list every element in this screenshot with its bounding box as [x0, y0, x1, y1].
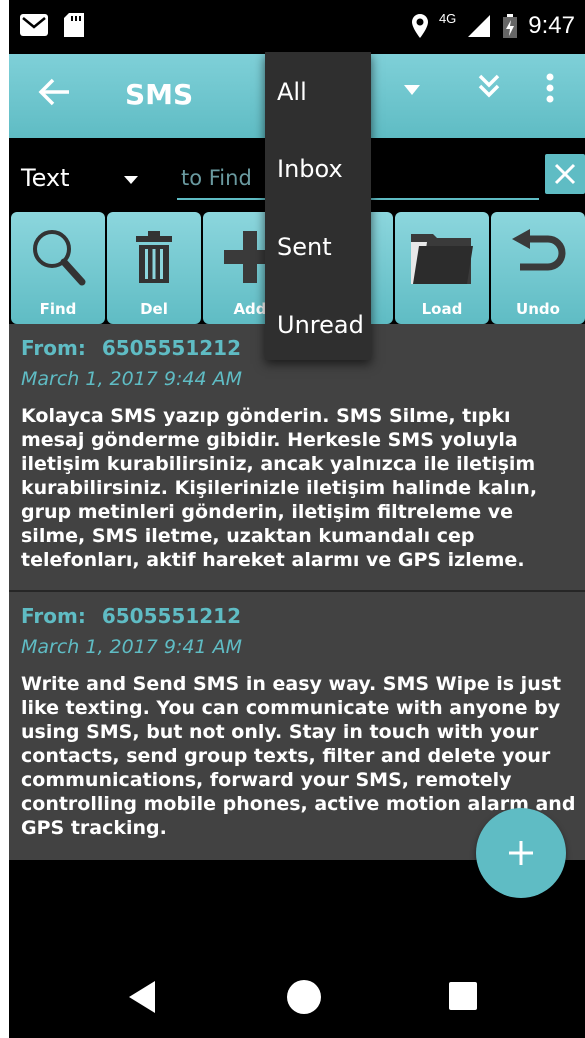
menu-item-inbox[interactable]: Inbox [277, 155, 343, 183]
navigation-bar [9, 960, 585, 1038]
caret-down-icon [404, 85, 420, 95]
message-item[interactable]: From: 6505551212 March 1, 2017 9:44 AM Ko… [9, 324, 585, 590]
arrow-left-icon [38, 78, 69, 106]
undo-label: Undo [516, 300, 560, 318]
filter-dropdown-menu: All Inbox Sent Unread [265, 52, 371, 360]
system-icons: 4G 9:47 [411, 10, 575, 40]
folder-icon [395, 220, 489, 294]
trash-icon [107, 220, 201, 294]
status-bar: 4G 9:47 [9, 0, 585, 54]
undo-button[interactable]: Undo [491, 212, 585, 324]
expand-all-button[interactable] [477, 72, 501, 107]
clear-search-button[interactable] [545, 154, 585, 194]
network-type-label: 4G [438, 10, 457, 26]
signal-icon [468, 15, 491, 37]
app-title: SMS [125, 78, 194, 111]
close-icon [554, 163, 576, 185]
delete-label: Del [140, 300, 168, 318]
filter-dropdown-toggle[interactable] [403, 80, 421, 101]
magnifier-icon [11, 220, 105, 294]
phone-screen: 4G 9:47 SMS Text to Find Find Del Add Lo… [9, 0, 585, 1038]
message-notification-icon [20, 14, 48, 36]
menu-item-sent[interactable]: Sent [277, 233, 332, 261]
menu-item-unread[interactable]: Unread [277, 311, 364, 339]
sd-card-icon [64, 13, 84, 37]
undo-icon [491, 220, 585, 294]
message-list: From: 6505551212 March 1, 2017 9:44 AM Ko… [9, 324, 585, 860]
sender-number: 6505551212 [101, 336, 241, 360]
compose-fab[interactable] [476, 808, 566, 898]
from-label: From: [21, 604, 86, 628]
message-body: Kolayca SMS yazıp gönderin. SMS Silme, t… [21, 405, 538, 571]
overflow-menu-button[interactable] [545, 72, 555, 115]
more-vert-icon [546, 73, 554, 103]
load-label: Load [421, 300, 463, 318]
search-type-select[interactable]: Text [21, 164, 70, 192]
find-button[interactable]: Find [11, 212, 105, 324]
message-date: March 1, 2017 9:41 AM [21, 636, 243, 658]
double-chevron-down-icon [478, 74, 500, 98]
plus-icon [509, 841, 533, 865]
select-caret-icon [123, 172, 139, 188]
menu-item-all[interactable]: All [277, 78, 307, 106]
message-body: Write and Send SMS in easy way. SMS Wipe… [21, 673, 576, 839]
notification-icons [19, 12, 85, 38]
message-sender: From: 6505551212 [21, 336, 241, 360]
location-icon [411, 14, 428, 38]
back-button[interactable] [37, 74, 77, 114]
nav-recents-button[interactable] [449, 982, 477, 1010]
clock: 9:47 [528, 12, 575, 39]
message-date: March 1, 2017 9:44 AM [21, 368, 243, 390]
find-label: Find [39, 300, 77, 318]
battery-icon [503, 14, 518, 38]
sender-number: 6505551212 [101, 604, 241, 628]
from-label: From: [21, 336, 86, 360]
message-sender: From: 6505551212 [21, 604, 241, 628]
nav-back-icon[interactable] [127, 980, 157, 1014]
load-button[interactable]: Load [395, 212, 489, 324]
delete-button[interactable]: Del [107, 212, 201, 324]
nav-home-button[interactable] [287, 980, 321, 1014]
